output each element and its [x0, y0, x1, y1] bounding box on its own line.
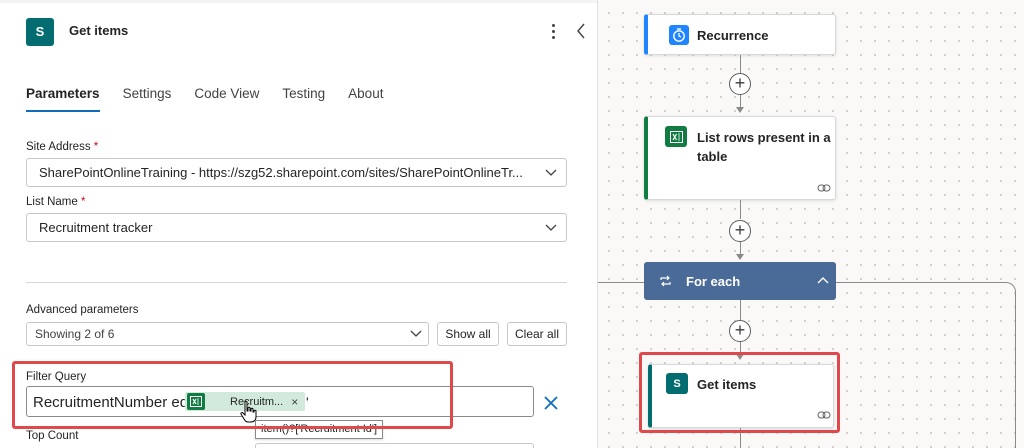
panel-top-border	[0, 0, 597, 3]
token-tooltip: item()?['Recruitment Id']	[255, 420, 384, 439]
for-each-title: For each	[686, 274, 741, 289]
link-icon	[817, 411, 831, 419]
connector-line	[740, 242, 741, 254]
list-name-value: Recruitment tracker	[39, 220, 153, 235]
clear-all-button[interactable]: Clear all	[507, 322, 567, 346]
excel-icon	[665, 126, 687, 147]
chevron-down-icon	[545, 169, 557, 176]
recurrence-title: Recurrence	[697, 28, 769, 43]
tab-settings[interactable]: Settings	[123, 86, 172, 112]
action-details-panel: S Get items Parameters Settings Code Vie…	[0, 0, 598, 448]
list-rows-title-line2: table	[697, 149, 728, 164]
add-step-button[interactable]: +	[729, 73, 751, 95]
list-name-label: List Name *	[26, 196, 86, 208]
connector-line	[740, 200, 741, 219]
list-rows-title-line1: List rows present in a	[697, 130, 831, 145]
connector-line	[740, 55, 741, 73]
section-divider	[26, 282, 567, 283]
tab-bar: Parameters Settings Code View Testing Ab…	[26, 86, 406, 112]
chevron-up-icon[interactable]	[817, 276, 829, 284]
connector-arrow	[736, 254, 744, 260]
chevron-down-icon	[545, 224, 557, 231]
tab-testing[interactable]: Testing	[282, 86, 325, 112]
connector-line	[740, 95, 741, 107]
add-step-button[interactable]: +	[729, 220, 751, 242]
connector-arrow	[736, 107, 744, 113]
connector-line	[740, 428, 741, 448]
connector-line	[740, 300, 741, 320]
clock-icon	[669, 25, 689, 45]
add-step-button[interactable]: +	[729, 320, 751, 342]
advanced-parameters-label: Advanced parameters	[26, 304, 139, 316]
for-each-card[interactable]: For each	[644, 262, 836, 300]
excel-icon	[187, 393, 205, 410]
tab-code-view[interactable]: Code View	[194, 86, 259, 112]
list-rows-card[interactable]: List rows present in a table	[644, 116, 836, 200]
top-count-label: Top Count	[26, 430, 79, 442]
site-address-dropdown[interactable]: SharePointOnlineTraining - https://szg52…	[26, 158, 567, 187]
tab-parameters[interactable]: Parameters	[26, 86, 100, 112]
sharepoint-icon: S	[666, 373, 688, 394]
remove-token-icon[interactable]: ×	[291, 395, 298, 409]
required-mark: *	[80, 196, 86, 208]
top-count-input[interactable]	[255, 443, 534, 448]
get-items-card[interactable]: S Get items	[648, 364, 834, 428]
loop-icon	[660, 275, 671, 287]
advanced-parameters-value: Showing 2 of 6	[35, 327, 115, 341]
list-name-dropdown[interactable]: Recruitment tracker	[26, 213, 567, 242]
recurrence-card[interactable]: Recurrence	[644, 14, 836, 55]
get-items-title: Get items	[697, 377, 757, 392]
chevron-down-icon	[410, 330, 422, 337]
filter-query-suffix: '	[306, 394, 309, 410]
link-icon	[817, 184, 831, 192]
filter-query-label: Filter Query	[26, 371, 87, 383]
connector-line	[740, 342, 741, 354]
advanced-parameters-dropdown[interactable]: Showing 2 of 6	[26, 322, 429, 346]
panel-title: Get items	[69, 23, 129, 38]
filter-query-text: RecruitmentNumber eq '	[33, 394, 196, 411]
site-address-label: Site Address *	[26, 141, 99, 153]
more-options-icon[interactable]	[548, 20, 558, 42]
clear-field-icon[interactable]	[543, 395, 559, 411]
tab-about[interactable]: About	[348, 86, 383, 112]
sharepoint-icon: S	[26, 18, 54, 46]
site-address-value: SharePointOnlineTraining - https://szg52…	[39, 165, 523, 180]
required-mark: *	[93, 141, 99, 153]
collapse-panel-icon[interactable]	[574, 21, 588, 41]
show-all-button[interactable]: Show all	[437, 322, 499, 346]
connector-arrow	[736, 354, 744, 360]
